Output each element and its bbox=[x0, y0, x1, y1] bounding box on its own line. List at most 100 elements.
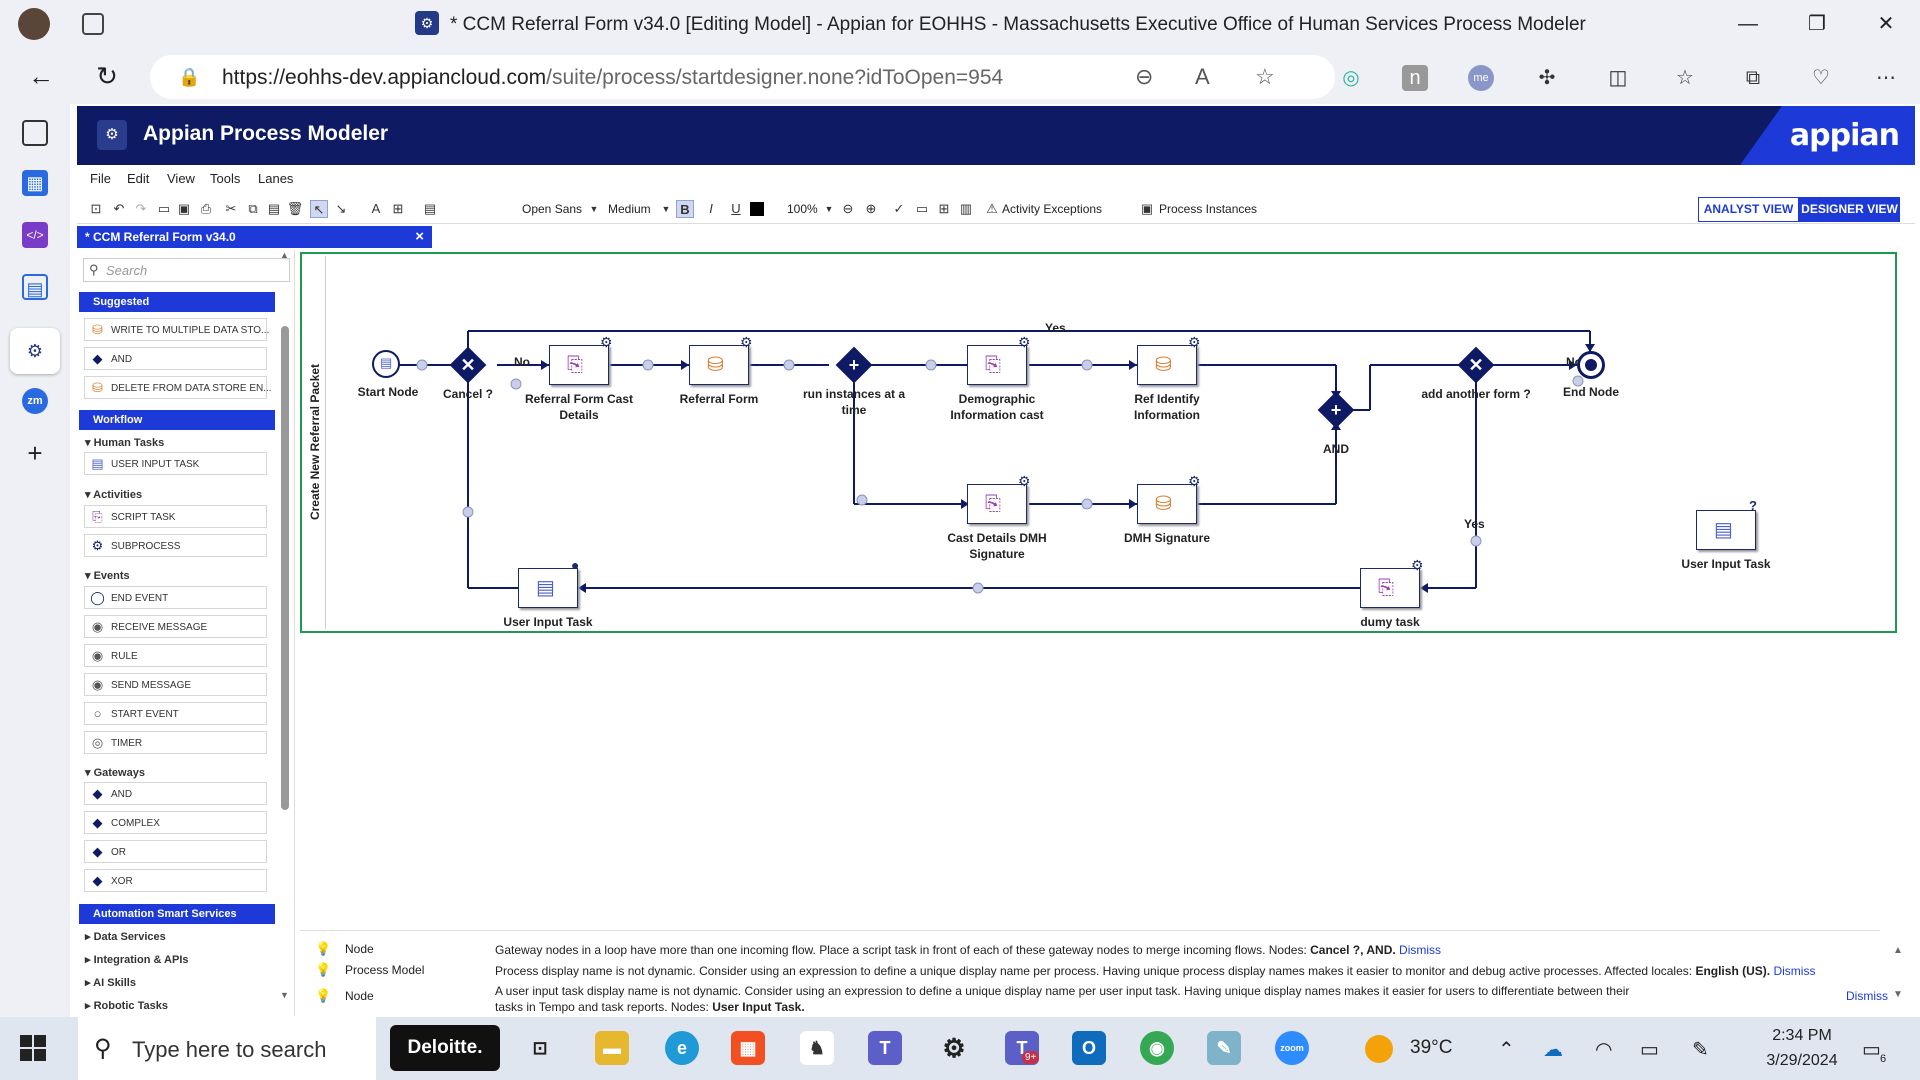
close-window-icon[interactable]: ✕ bbox=[1866, 10, 1906, 38]
comment-icon[interactable]: ▭ bbox=[913, 200, 931, 218]
cast-dmh-node[interactable]: ⎘ bbox=[967, 484, 1027, 524]
activity-exceptions[interactable]: Activity Exceptions bbox=[1002, 202, 1102, 216]
sub-events[interactable]: ▾ Events bbox=[85, 569, 130, 582]
zoom-out-icon[interactable]: ⊖ bbox=[839, 200, 857, 218]
scroll-up-icon[interactable]: ▲ bbox=[280, 250, 289, 260]
address-bar[interactable]: 🔒 https://eohhs-dev.appiancloud.com/suit… bbox=[150, 55, 1335, 99]
pointer-icon[interactable]: ↖ bbox=[310, 200, 328, 218]
favorites-icon[interactable]: ☆ bbox=[1672, 65, 1698, 91]
undo-icon[interactable]: ↶ bbox=[110, 200, 128, 218]
process-canvas[interactable]: Create New Referral Packet ▤ Start Node … bbox=[300, 252, 1897, 633]
extension-copilot-icon[interactable]: ◎ bbox=[1338, 65, 1364, 91]
menu-view[interactable]: View bbox=[167, 171, 195, 186]
chevron-down-icon[interactable]: ▼ bbox=[585, 200, 603, 218]
cut-icon[interactable]: ✂ bbox=[222, 200, 240, 218]
user-input-task-2-node[interactable]: ▤ bbox=[1696, 510, 1756, 550]
clock-date[interactable]: 3/29/2024 bbox=[1752, 1052, 1852, 1070]
palette-item-end-event[interactable]: ◯ END EVENT bbox=[84, 586, 267, 609]
browser-essentials-icon[interactable]: ♡ bbox=[1808, 65, 1834, 91]
dumy-task-node[interactable]: ⎘ bbox=[1360, 568, 1420, 608]
dismiss-link[interactable]: Dismiss bbox=[1773, 964, 1815, 978]
palette-item-start-event[interactable]: ○ START EVENT bbox=[84, 702, 267, 725]
menu-lanes[interactable]: Lanes bbox=[258, 171, 293, 186]
collections-icon[interactable]: ⧉ bbox=[1740, 65, 1766, 91]
back-icon[interactable]: ← bbox=[24, 63, 58, 89]
show-hidden-icons-icon[interactable]: ⌃ bbox=[1498, 1037, 1515, 1062]
warning-icon[interactable]: ⚠ bbox=[983, 200, 1001, 218]
add-app-icon[interactable]: + bbox=[22, 440, 48, 466]
palette-search-input[interactable]: ⚲ Search bbox=[83, 258, 290, 282]
wifi-icon[interactable]: ◠ bbox=[1595, 1037, 1612, 1062]
apps-grid-icon[interactable]: ▦ bbox=[22, 170, 48, 196]
code-icon[interactable]: </> bbox=[22, 222, 48, 248]
start-node-shape[interactable]: ▤ bbox=[372, 350, 400, 378]
sub-activities[interactable]: ▾ Activities bbox=[85, 488, 142, 501]
zoom-app-icon[interactable]: zm bbox=[22, 388, 48, 414]
save-icon[interactable]: ▣ bbox=[175, 200, 193, 218]
palette-item-or-gateway[interactable]: ◆ OR bbox=[84, 840, 267, 863]
url-text[interactable]: https://eohhs-dev.appiancloud.com/suite/… bbox=[222, 66, 1003, 90]
chrome-icon[interactable]: ◉ bbox=[1140, 1031, 1174, 1065]
palette-item-and[interactable]: ◆ AND bbox=[84, 347, 267, 370]
palette-scrollbar[interactable]: ▲ ▼ bbox=[279, 250, 291, 1016]
zoom-out-icon[interactable]: ⊖ bbox=[1135, 64, 1153, 90]
redo-icon[interactable]: ↷ bbox=[132, 200, 150, 218]
onedrive-icon[interactable]: ☁ bbox=[1543, 1037, 1563, 1062]
outlook-icon[interactable]: O bbox=[1072, 1031, 1106, 1065]
clock-time[interactable]: 2:34 PM bbox=[1752, 1027, 1852, 1045]
palette-item-and-gateway[interactable]: ◆ AND bbox=[84, 782, 267, 805]
bold-icon[interactable]: B bbox=[676, 200, 694, 218]
menu-edit[interactable]: Edit bbox=[127, 171, 149, 186]
process-instances-icon[interactable]: ▣ bbox=[1138, 200, 1156, 218]
palette-item-subprocess[interactable]: ⚙ SUBPROCESS bbox=[84, 534, 267, 557]
palette-item-rule[interactable]: ◉ RULE bbox=[84, 644, 267, 667]
restore-icon[interactable]: ❐ bbox=[1797, 10, 1837, 38]
favorite-star-icon[interactable]: ☆ bbox=[1255, 64, 1275, 90]
extension-n-icon[interactable]: n bbox=[1402, 65, 1428, 91]
italic-icon[interactable]: I bbox=[702, 200, 720, 218]
delete-icon[interactable]: 🗑 bbox=[286, 200, 304, 218]
table-app-icon[interactable]: ▤ bbox=[22, 274, 48, 300]
lock-icon[interactable]: 🔒 bbox=[178, 67, 200, 88]
menu-tools[interactable]: Tools bbox=[210, 171, 240, 186]
designer-view-button[interactable]: DESIGNER VIEW bbox=[1799, 197, 1900, 222]
grid-icon[interactable]: ⊞ bbox=[935, 200, 953, 218]
notepad-icon[interactable]: ✎ bbox=[1207, 1031, 1241, 1065]
palette-item-complex-gateway[interactable]: ◆ COMPLEX bbox=[84, 811, 267, 834]
section-suggested[interactable]: Suggested bbox=[79, 292, 275, 312]
profile-avatar[interactable] bbox=[18, 8, 50, 40]
sub-robotic-tasks[interactable]: ▸ Robotic Tasks bbox=[85, 999, 168, 1012]
sub-human-tasks[interactable]: ▾ Human Tasks bbox=[85, 436, 164, 449]
chevron-down-icon[interactable]: ▼ bbox=[820, 200, 838, 218]
more-options-icon[interactable]: ⋯ bbox=[1873, 65, 1899, 91]
taskbar-search[interactable]: ⚲ Type here to search bbox=[78, 1017, 376, 1080]
validate-check-icon[interactable]: ✓ bbox=[890, 200, 908, 218]
notifications-icon[interactable]: ▭ bbox=[1862, 1037, 1881, 1062]
sub-gateways[interactable]: ▾ Gateways bbox=[85, 766, 145, 779]
copy-icon[interactable]: ⧉ bbox=[244, 200, 262, 218]
chevron-down-icon[interactable]: ▼ bbox=[657, 200, 675, 218]
text-box-icon[interactable]: A bbox=[367, 200, 385, 218]
palette-item-receive-message[interactable]: ◉ RECEIVE MESSAGE bbox=[84, 615, 267, 638]
scroll-down-icon[interactable]: ▼ bbox=[1893, 989, 1903, 1000]
sub-ai-skills[interactable]: ▸ AI Skills bbox=[85, 976, 136, 989]
close-tab-icon[interactable]: × bbox=[415, 228, 424, 245]
layout-icon[interactable]: ⊞ bbox=[389, 200, 407, 218]
end-node-shape[interactable] bbox=[1577, 351, 1605, 379]
print-icon[interactable]: ⎙ bbox=[197, 200, 215, 218]
demographic-node[interactable]: ⎘ bbox=[967, 345, 1027, 385]
model-tab[interactable]: * CCM Referral Form v34.0 × bbox=[77, 226, 432, 248]
size-select[interactable]: Medium bbox=[608, 202, 651, 216]
pen-icon[interactable]: ✎ bbox=[1692, 1037, 1709, 1062]
teams-icon[interactable]: T bbox=[868, 1031, 902, 1065]
zoom-select[interactable]: 100% bbox=[787, 202, 818, 216]
weather-temp[interactable]: 39°C bbox=[1410, 1037, 1452, 1059]
dismiss-link[interactable]: Dismiss bbox=[1399, 943, 1441, 957]
refresh-icon[interactable]: ↻ bbox=[90, 63, 124, 89]
connector-icon[interactable]: ↘ bbox=[332, 200, 350, 218]
extensions-puzzle-icon[interactable]: ✣ bbox=[1534, 65, 1560, 91]
minimize-icon[interactable]: — bbox=[1728, 10, 1768, 38]
section-automation-smart-services[interactable]: Automation Smart Services bbox=[79, 904, 275, 924]
edge-browser-icon[interactable]: e bbox=[665, 1031, 699, 1065]
battery-icon[interactable]: ▭ bbox=[1640, 1037, 1659, 1062]
